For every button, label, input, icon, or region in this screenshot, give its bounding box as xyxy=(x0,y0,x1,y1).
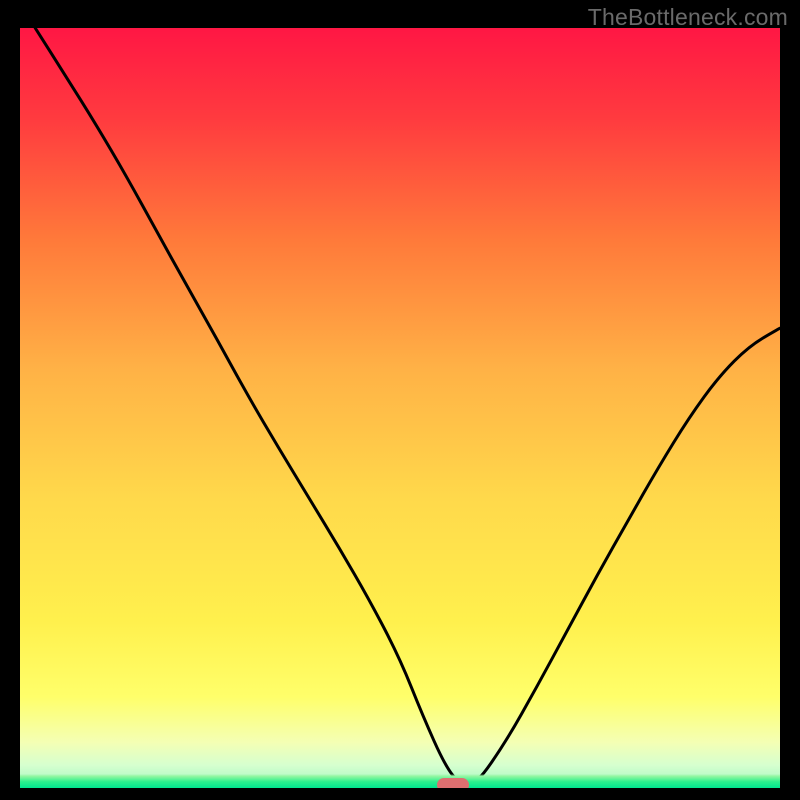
watermark-text: TheBottleneck.com xyxy=(588,4,788,31)
optimal-point-marker xyxy=(437,778,469,788)
plot-frame xyxy=(20,28,780,788)
bottleneck-chart xyxy=(20,28,780,788)
chart-container: TheBottleneck.com xyxy=(0,0,800,800)
green-baseline-band xyxy=(20,774,780,788)
gradient-background xyxy=(20,28,780,788)
